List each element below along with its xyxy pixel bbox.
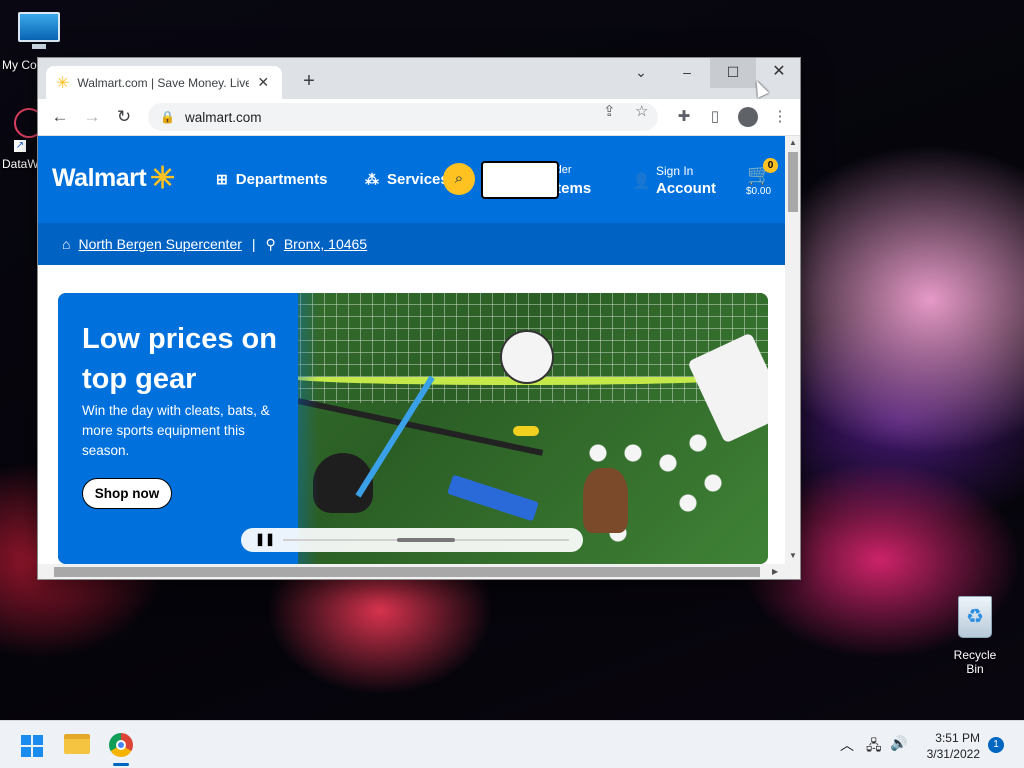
walmart-header: Walmart ✳ ⊞ Departments ⁂ Services ⌕ rde… <box>38 136 785 223</box>
horizontal-scroll-thumb[interactable] <box>54 567 760 577</box>
departments-label: Departments <box>235 171 328 188</box>
grid-icon: ⊞ <box>216 171 228 187</box>
carousel-position <box>397 538 455 542</box>
desktop-icon-recycle-bin[interactable]: ♻ Recycle Bin <box>944 596 1006 676</box>
walmart-logo[interactable]: Walmart <box>52 164 147 193</box>
vertical-scroll-thumb[interactable] <box>788 152 798 212</box>
walmart-spark-icon: ✳ <box>150 162 176 195</box>
extensions-icon[interactable]: ✚ <box>672 105 696 129</box>
scroll-right-icon[interactable]: ▶ <box>772 567 778 576</box>
location-separator: | <box>251 236 256 252</box>
tab-strip: ✳ Walmart.com | Save Money. Live ✕ + ⌄ –… <box>38 58 800 99</box>
recycle-bin-icon: ♻ <box>958 596 992 638</box>
url-text: walmart.com <box>184 109 262 125</box>
tab-walmart[interactable]: ✳ Walmart.com | Save Money. Live ✕ <box>46 66 282 99</box>
search-input[interactable] <box>481 161 559 199</box>
notification-badge[interactable]: 1 <box>988 737 1004 753</box>
bat-tip <box>513 426 539 436</box>
cart-count-badge: 0 <box>763 158 778 173</box>
desktop-icon-label: Recycle Bin <box>953 648 997 676</box>
pause-icon[interactable]: ❚❚ <box>255 532 275 546</box>
baseball-glove <box>583 468 628 533</box>
profile-avatar-icon[interactable] <box>738 107 758 127</box>
horizontal-scrollbar[interactable]: ▶ <box>38 564 800 579</box>
system-clock[interactable]: 3:51 PM 3/31/2022 <box>920 730 980 762</box>
cart-total: $0.00 <box>746 186 772 197</box>
reload-icon[interactable]: ↻ <box>112 105 136 129</box>
desktop-icon-label: DataW <box>2 157 39 171</box>
store-home-icon: ⌂ <box>62 236 71 252</box>
carousel-controls: ❚❚ <box>241 528 583 552</box>
address-bar[interactable]: 🔒 walmart.com <box>148 103 658 131</box>
minimize-button[interactable]: – <box>664 58 710 88</box>
store-link[interactable]: North Bergen Supercenter <box>78 236 241 252</box>
signin-small-label: Sign In <box>656 164 694 178</box>
soccer-ball <box>500 330 554 384</box>
carousel-track[interactable] <box>283 538 569 542</box>
desktop-icon-label: My Co <box>2 58 37 72</box>
chrome-icon-center <box>116 740 126 750</box>
lock-icon: 🔒 <box>160 110 175 124</box>
departments-button[interactable]: ⊞ Departments <box>216 171 327 188</box>
scroll-up-icon[interactable]: ▲ <box>789 138 797 147</box>
browser-window: ✳ Walmart.com | Save Money. Live ✕ + ⌄ –… <box>37 57 801 580</box>
page-viewport: Walmart ✳ ⊞ Departments ⁂ Services ⌕ rde… <box>38 136 785 564</box>
start-button-icon[interactable] <box>21 735 43 757</box>
account-link[interactable]: Account <box>656 180 716 197</box>
file-explorer-icon[interactable] <box>64 734 90 754</box>
zip-link[interactable]: Bronx, 10465 <box>284 236 367 252</box>
forward-icon[interactable]: → <box>80 105 104 129</box>
network-icon[interactable]: 🖧 <box>866 735 882 759</box>
volume-icon[interactable]: 🔊 <box>890 735 907 752</box>
computer-stand <box>32 44 46 49</box>
vertical-scrollbar[interactable]: ▲ ▼ <box>785 136 800 564</box>
back-icon[interactable]: ← <box>48 105 72 129</box>
tab-title: Walmart.com | Save Money. Live <box>77 75 250 90</box>
services-label: Services <box>387 171 449 188</box>
clock-time: 3:51 PM <box>935 731 980 745</box>
browser-toolbar: ← → ↻ 🔒 walmart.com ⇪ ☆ ✚ ▯ ⋮ <box>38 99 800 136</box>
location-bar: ⌂ North Bergen Supercenter | ⚲ Bronx, 10… <box>38 223 785 265</box>
menu-kebab-icon[interactable]: ⋮ <box>768 105 792 129</box>
side-panel-icon[interactable]: ▯ <box>703 105 727 129</box>
hero-title: Low prices on top gear <box>82 323 277 395</box>
active-app-indicator <box>113 763 129 766</box>
maximize-button[interactable]: ☐ <box>710 58 756 88</box>
hero-banner[interactable]: Low prices on top gear Win the day with … <box>58 293 768 564</box>
services-button[interactable]: ⁂ Services <box>365 171 449 188</box>
taskbar: ︿ 🖧 🔊 3:51 PM 3/31/2022 1 <box>0 720 1024 768</box>
scroll-down-icon[interactable]: ▼ <box>789 551 797 560</box>
location-pin-icon: ⚲ <box>265 235 276 252</box>
services-grid-icon: ⁂ <box>365 171 379 187</box>
new-tab-button[interactable]: + <box>298 70 320 93</box>
bookmark-star-icon[interactable]: ☆ <box>635 102 648 120</box>
tab-close-icon[interactable]: ✕ <box>257 74 269 91</box>
walmart-spark-icon: ✳ <box>56 74 70 92</box>
share-icon[interactable]: ⇪ <box>603 102 616 120</box>
tab-search-button[interactable]: ⌄ <box>618 58 664 88</box>
shop-now-button[interactable]: Shop now <box>82 478 172 509</box>
shortcut-arrow-icon: ↗ <box>14 140 26 152</box>
user-icon: 👤 <box>632 173 651 190</box>
hero-subtitle: Win the day with cleats, bats, & more sp… <box>82 403 270 458</box>
clock-date: 3/31/2022 <box>926 747 980 761</box>
show-hidden-icons-chevron-icon[interactable]: ︿ <box>840 735 854 755</box>
computer-icon <box>18 12 60 42</box>
search-icon[interactable]: ⌕ <box>443 163 475 195</box>
